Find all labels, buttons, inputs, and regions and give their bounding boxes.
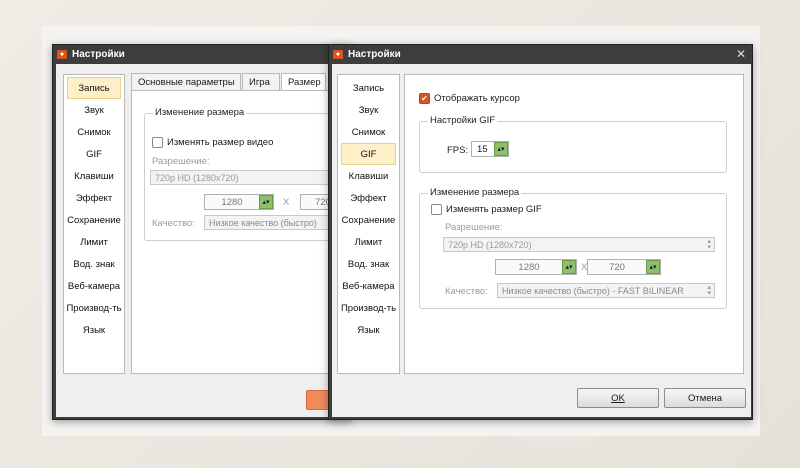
- combo-spin-icon: ▴ ▾: [707, 238, 711, 251]
- fps-input[interactable]: 15 ▴▾: [471, 141, 509, 157]
- back-x-label: X: [283, 197, 290, 208]
- resolution-select[interactable]: 720p HD (1280x720) ▴ ▾: [443, 237, 715, 252]
- sidebar-item[interactable]: Лимит: [64, 231, 124, 253]
- sidebar-item[interactable]: Лимит: [338, 231, 399, 253]
- sidebar-item-label: Сохранение: [67, 214, 121, 226]
- combo-spin-icon: ▴ ▾: [707, 284, 711, 297]
- resize-group-title: Изменение размера: [428, 187, 522, 198]
- front-titlebar: ● Настройки ✕: [329, 45, 752, 63]
- sidebar-item-label: Лимит: [354, 236, 383, 248]
- sidebar-item[interactable]: Язык: [64, 319, 124, 341]
- checkbox-checked-icon: ✔: [419, 93, 430, 104]
- close-icon[interactable]: ✕: [736, 47, 746, 61]
- sidebar-item[interactable]: Клавиши: [64, 165, 124, 187]
- sidebar-item[interactable]: Клавиши: [338, 165, 399, 187]
- sidebar-item[interactable]: Эффект: [338, 187, 399, 209]
- front-settings-window: ● Настройки ✕ Запись Звук Снимок GIF Клавиши…: [328, 44, 753, 420]
- sidebar-item-label: Сохранение: [341, 214, 396, 226]
- sidebar-item[interactable]: Запись: [67, 77, 121, 99]
- sidebar-item-label: GIF: [360, 148, 377, 160]
- sidebar-item-label: Запись: [352, 82, 385, 94]
- sidebar-item[interactable]: Язык: [338, 319, 399, 341]
- quality-select[interactable]: Низкое качество (быстро) - FAST BILINEAR…: [497, 283, 715, 298]
- sidebar-item[interactable]: Снимок: [338, 121, 399, 143]
- sidebar-item-label: Лимит: [80, 236, 108, 248]
- width-input[interactable]: 1280 ▴▾: [495, 259, 577, 275]
- back-window-title: Настройки: [72, 48, 125, 60]
- sidebar-item-label: Язык: [82, 324, 106, 336]
- sidebar-item-label: Эффект: [75, 192, 113, 204]
- sidebar-item[interactable]: GIF: [64, 143, 124, 165]
- checkbox-icon: [152, 137, 163, 148]
- spin-icon[interactable]: ▴▾: [562, 260, 576, 274]
- gif-settings-panel: ✔ Отображать курсор Настройки GIF FPS: 1…: [404, 74, 744, 374]
- sidebar-item-label: Веб-камера: [342, 280, 395, 292]
- sidebar-item-label: Язык: [357, 324, 380, 336]
- height-input[interactable]: 720 ▴▾: [587, 259, 661, 275]
- back-width-input[interactable]: 1280 ▴▾: [204, 194, 274, 210]
- checkbox-icon: [431, 204, 442, 215]
- back-client-area: Запись Звук Снимок GIF Клавиши Эффект Сохранен…: [56, 64, 364, 417]
- show-cursor-checkbox[interactable]: ✔ Отображать курсор: [419, 93, 520, 104]
- sidebar-item[interactable]: Веб-камера: [338, 275, 399, 297]
- sidebar-item[interactable]: Звук: [338, 99, 399, 121]
- sidebar-item[interactable]: Производ-ть: [338, 297, 399, 319]
- sidebar-item[interactable]: Эффект: [64, 187, 124, 209]
- sidebar-item[interactable]: Вод. знак: [64, 253, 124, 275]
- tab-basic[interactable]: Основные параметры: [131, 73, 241, 91]
- back-size-panel: Изменение размера Изменять размер видео …: [131, 90, 364, 374]
- sidebar-item-label: Запись: [78, 82, 110, 94]
- spin-icon[interactable]: ▴▾: [646, 260, 660, 274]
- app-icon: ●: [333, 49, 343, 59]
- sidebar-item-label: Снимок: [351, 126, 386, 138]
- back-sidebar: Запись Звук Снимок GIF Клавиши Эффект Сохранен…: [63, 74, 125, 374]
- sidebar-item[interactable]: Снимок: [64, 121, 124, 143]
- back-quality-label: Качество:: [152, 218, 195, 229]
- sidebar-item-label: Клавиши: [348, 170, 389, 182]
- sidebar-item[interactable]: Звук: [64, 99, 124, 121]
- fps-label: FPS:: [447, 145, 469, 156]
- resize-gif-checkbox[interactable]: Изменять размер GIF: [431, 204, 542, 215]
- back-resize-video-checkbox[interactable]: Изменять размер видео: [152, 137, 273, 148]
- back-titlebar: ● Настройки: [53, 45, 351, 63]
- sidebar-item[interactable]: Вод. знак: [338, 253, 399, 275]
- resolution-label: Разрешение:: [445, 222, 503, 233]
- spin-icon[interactable]: ▴▾: [494, 142, 508, 156]
- sidebar-item[interactable]: Сохранение: [64, 209, 124, 231]
- sidebar-item[interactable]: Производ-ть: [64, 297, 124, 319]
- sidebar-item-label: Звук: [84, 104, 104, 116]
- sidebar-item-label: Клавиши: [74, 170, 114, 182]
- sidebar-item-label: Вод. знак: [73, 258, 115, 270]
- sidebar-item-label: Производ-ть: [66, 302, 122, 314]
- tab-game[interactable]: Игра: [242, 73, 280, 91]
- sidebar-item[interactable]: Веб-камера: [64, 275, 124, 297]
- front-sidebar: Запись Звук Снимок GIF Клавиши Эффект Сохранен…: [337, 74, 400, 374]
- sidebar-item[interactable]: Сохранение: [338, 209, 399, 231]
- spin-icon[interactable]: ▴▾: [259, 195, 273, 209]
- sidebar-item[interactable]: GIF: [341, 143, 396, 165]
- back-resolution-label: Разрешение:: [152, 156, 210, 167]
- quality-label: Качество:: [445, 286, 488, 297]
- sidebar-item-label: Производ-ть: [340, 302, 397, 314]
- sidebar-item-label: Снимок: [77, 126, 111, 138]
- sidebar-item-label: Звук: [358, 104, 379, 116]
- app-icon: ●: [57, 49, 67, 59]
- sidebar-item[interactable]: Запись: [338, 77, 399, 99]
- back-settings-window: ● Настройки Запись Звук Снимок GIF Клавиши Эф…: [52, 44, 364, 420]
- cancel-button[interactable]: Отмена: [664, 388, 746, 408]
- front-window-title: Настройки: [348, 48, 401, 60]
- tab-size[interactable]: Размер: [281, 73, 326, 91]
- back-resize-group-title: Изменение размера: [153, 107, 247, 118]
- gif-settings-group-title: Настройки GIF: [428, 115, 498, 126]
- ok-button[interactable]: OK: [577, 388, 659, 408]
- sidebar-item-label: GIF: [86, 148, 102, 160]
- front-client-area: Запись Звук Снимок GIF Клавиши Эффект Сохранен…: [332, 64, 751, 417]
- sidebar-item-label: Веб-камера: [67, 280, 121, 292]
- sidebar-item-label: Вод. знак: [347, 258, 390, 270]
- back-resolution-select[interactable]: 720p HD (1280x720): [150, 170, 350, 185]
- sidebar-item-label: Эффект: [350, 192, 387, 204]
